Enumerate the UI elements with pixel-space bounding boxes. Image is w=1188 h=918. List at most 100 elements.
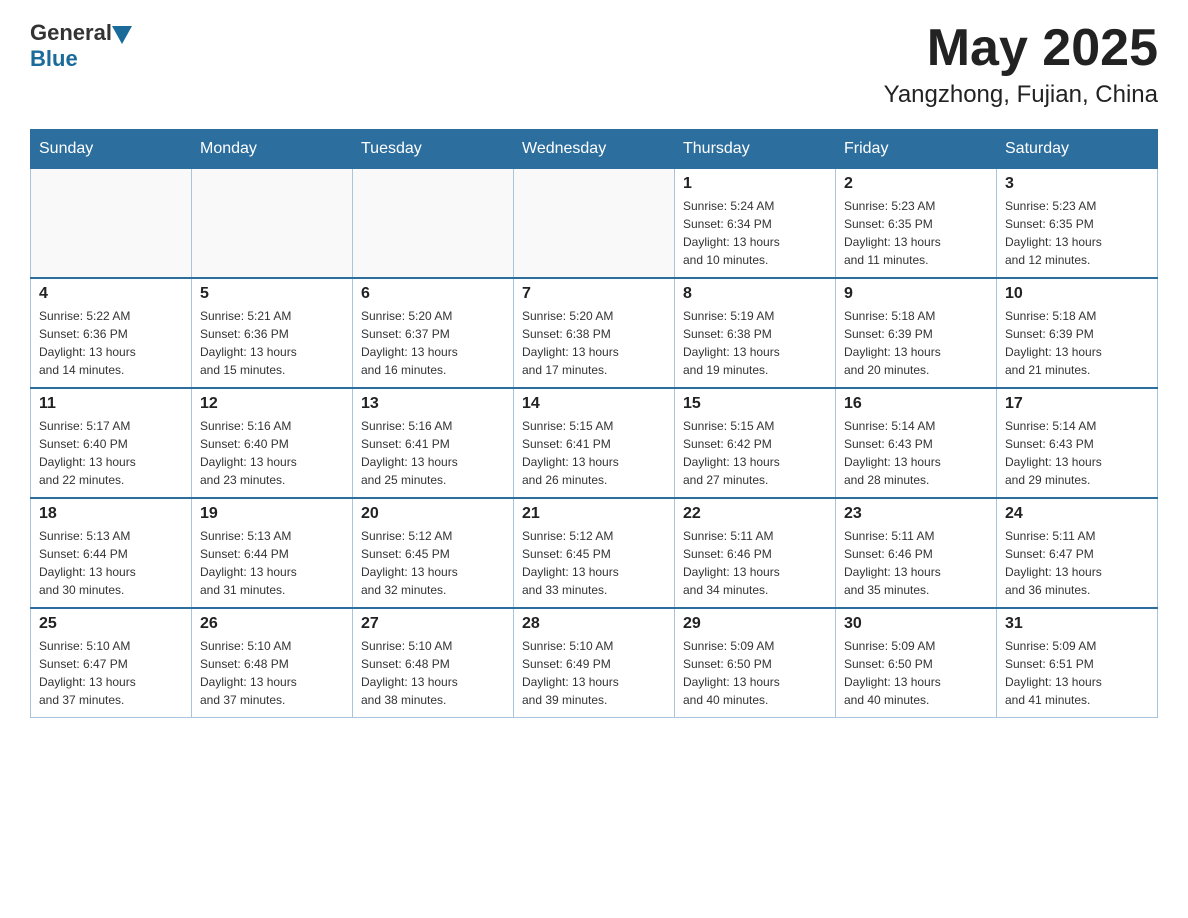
day-info: Sunrise: 5:22 AMSunset: 6:36 PMDaylight:… xyxy=(39,307,183,379)
calendar-week-5: 25 Sunrise: 5:10 AMSunset: 6:47 PMDayligh… xyxy=(31,608,1158,718)
calendar-cell: 27 Sunrise: 5:10 AMSunset: 6:48 PMDayligh… xyxy=(353,608,514,718)
calendar-cell: 14Sunrise: 5:15 AMSunset: 6:41 PMDayligh… xyxy=(514,388,675,498)
col-thursday: Thursday xyxy=(675,130,836,169)
day-info: Sunrise: 5:23 AMSunset: 6:35 PMDaylight:… xyxy=(844,197,988,269)
calendar-cell: 2 Sunrise: 5:23 AMSunset: 6:35 PMDaylight… xyxy=(836,169,997,279)
day-info: Sunrise: 5:10 AMSunset: 6:49 PMDaylight:… xyxy=(522,637,666,709)
calendar-cell: 31 Sunrise: 5:09 AMSunset: 6:51 PMDayligh… xyxy=(997,608,1158,718)
day-info: Sunrise: 5:11 AMSunset: 6:47 PMDaylight:… xyxy=(1005,527,1149,599)
day-number: 22 xyxy=(683,505,827,523)
day-info: Sunrise: 5:12 AMSunset: 6:45 PMDaylight:… xyxy=(361,527,505,599)
calendar-week-4: 18 Sunrise: 5:13 AMSunset: 6:44 PMDayligh… xyxy=(31,498,1158,608)
day-number: 28 xyxy=(522,615,666,633)
day-info: Sunrise: 5:10 AMSunset: 6:47 PMDaylight:… xyxy=(39,637,183,709)
day-info: Sunrise: 5:19 AMSunset: 6:38 PMDaylight:… xyxy=(683,307,827,379)
calendar-cell: 8Sunrise: 5:19 AMSunset: 6:38 PMDaylight… xyxy=(675,278,836,388)
day-number: 10 xyxy=(1005,285,1149,303)
day-number: 19 xyxy=(200,505,344,523)
calendar-cell: 21Sunrise: 5:12 AMSunset: 6:45 PMDayligh… xyxy=(514,498,675,608)
day-info: Sunrise: 5:12 AMSunset: 6:45 PMDaylight:… xyxy=(522,527,666,599)
calendar-cell: 19 Sunrise: 5:13 AMSunset: 6:44 PMDayligh… xyxy=(192,498,353,608)
day-number: 2 xyxy=(844,175,988,193)
day-info: Sunrise: 5:15 AMSunset: 6:41 PMDaylight:… xyxy=(522,417,666,489)
day-number: 25 xyxy=(39,615,183,633)
day-number: 11 xyxy=(39,395,183,413)
day-info: Sunrise: 5:14 AMSunset: 6:43 PMDaylight:… xyxy=(844,417,988,489)
calendar-cell: 4 Sunrise: 5:22 AMSunset: 6:36 PMDaylight… xyxy=(31,278,192,388)
calendar-cell: 20 Sunrise: 5:12 AMSunset: 6:45 PMDayligh… xyxy=(353,498,514,608)
calendar-cell xyxy=(514,169,675,279)
day-number: 17 xyxy=(1005,395,1149,413)
calendar-cell: 25 Sunrise: 5:10 AMSunset: 6:47 PMDayligh… xyxy=(31,608,192,718)
day-number: 30 xyxy=(844,615,988,633)
day-number: 23 xyxy=(844,505,988,523)
calendar-cell: 24 Sunrise: 5:11 AMSunset: 6:47 PMDayligh… xyxy=(997,498,1158,608)
day-number: 3 xyxy=(1005,175,1149,193)
calendar-header-row: Sunday Monday Tuesday Wednesday Thursday… xyxy=(31,130,1158,169)
calendar-week-1: 1Sunrise: 5:24 AMSunset: 6:34 PMDaylight… xyxy=(31,169,1158,279)
col-sunday: Sunday xyxy=(31,130,192,169)
calendar-cell xyxy=(31,169,192,279)
day-number: 18 xyxy=(39,505,183,523)
col-tuesday: Tuesday xyxy=(353,130,514,169)
calendar-cell: 18Sunrise: 5:13 AMSunset: 6:44 PMDayligh… xyxy=(31,498,192,608)
day-info: Sunrise: 5:11 AMSunset: 6:46 PMDaylight:… xyxy=(683,527,827,599)
day-info: Sunrise: 5:23 AMSunset: 6:35 PMDaylight:… xyxy=(1005,197,1149,269)
calendar-cell: 13 Sunrise: 5:16 AMSunset: 6:41 PMDayligh… xyxy=(353,388,514,498)
calendar-cell: 26 Sunrise: 5:10 AMSunset: 6:48 PMDayligh… xyxy=(192,608,353,718)
col-saturday: Saturday xyxy=(997,130,1158,169)
day-number: 7 xyxy=(522,285,666,303)
day-info: Sunrise: 5:21 AMSunset: 6:36 PMDaylight:… xyxy=(200,307,344,379)
day-number: 12 xyxy=(200,395,344,413)
calendar-cell: 1Sunrise: 5:24 AMSunset: 6:34 PMDaylight… xyxy=(675,169,836,279)
calendar-subtitle: Yangzhong, Fujian, China xyxy=(884,81,1158,109)
col-monday: Monday xyxy=(192,130,353,169)
day-info: Sunrise: 5:15 AMSunset: 6:42 PMDaylight:… xyxy=(683,417,827,489)
calendar-cell: 10 Sunrise: 5:18 AMSunset: 6:39 PMDayligh… xyxy=(997,278,1158,388)
calendar-cell: 15Sunrise: 5:15 AMSunset: 6:42 PMDayligh… xyxy=(675,388,836,498)
day-number: 24 xyxy=(1005,505,1149,523)
calendar-week-3: 11Sunrise: 5:17 AMSunset: 6:40 PMDayligh… xyxy=(31,388,1158,498)
calendar-cell: 11Sunrise: 5:17 AMSunset: 6:40 PMDayligh… xyxy=(31,388,192,498)
day-number: 6 xyxy=(361,285,505,303)
calendar-cell: 30Sunrise: 5:09 AMSunset: 6:50 PMDayligh… xyxy=(836,608,997,718)
day-info: Sunrise: 5:18 AMSunset: 6:39 PMDaylight:… xyxy=(844,307,988,379)
calendar-table: Sunday Monday Tuesday Wednesday Thursday… xyxy=(30,129,1158,718)
day-info: Sunrise: 5:24 AMSunset: 6:34 PMDaylight:… xyxy=(683,197,827,269)
day-info: Sunrise: 5:18 AMSunset: 6:39 PMDaylight:… xyxy=(1005,307,1149,379)
calendar-cell: 7 Sunrise: 5:20 AMSunset: 6:38 PMDaylight… xyxy=(514,278,675,388)
day-number: 13 xyxy=(361,395,505,413)
day-info: Sunrise: 5:13 AMSunset: 6:44 PMDaylight:… xyxy=(200,527,344,599)
calendar-title: May 2025 xyxy=(884,20,1158,77)
calendar-week-2: 4 Sunrise: 5:22 AMSunset: 6:36 PMDaylight… xyxy=(31,278,1158,388)
logo-blue-text: Blue xyxy=(30,46,132,72)
calendar-cell: 17 Sunrise: 5:14 AMSunset: 6:43 PMDayligh… xyxy=(997,388,1158,498)
day-number: 20 xyxy=(361,505,505,523)
calendar-cell: 3 Sunrise: 5:23 AMSunset: 6:35 PMDaylight… xyxy=(997,169,1158,279)
day-info: Sunrise: 5:09 AMSunset: 6:51 PMDaylight:… xyxy=(1005,637,1149,709)
col-wednesday: Wednesday xyxy=(514,130,675,169)
day-info: Sunrise: 5:20 AMSunset: 6:37 PMDaylight:… xyxy=(361,307,505,379)
day-number: 4 xyxy=(39,285,183,303)
calendar-cell: 28 Sunrise: 5:10 AMSunset: 6:49 PMDayligh… xyxy=(514,608,675,718)
day-number: 5 xyxy=(200,285,344,303)
day-info: Sunrise: 5:16 AMSunset: 6:41 PMDaylight:… xyxy=(361,417,505,489)
day-number: 26 xyxy=(200,615,344,633)
calendar-cell: 29Sunrise: 5:09 AMSunset: 6:50 PMDayligh… xyxy=(675,608,836,718)
day-info: Sunrise: 5:20 AMSunset: 6:38 PMDaylight:… xyxy=(522,307,666,379)
day-number: 31 xyxy=(1005,615,1149,633)
day-info: Sunrise: 5:14 AMSunset: 6:43 PMDaylight:… xyxy=(1005,417,1149,489)
day-info: Sunrise: 5:10 AMSunset: 6:48 PMDaylight:… xyxy=(200,637,344,709)
calendar-cell: 22 Sunrise: 5:11 AMSunset: 6:46 PMDayligh… xyxy=(675,498,836,608)
day-number: 16 xyxy=(844,395,988,413)
day-info: Sunrise: 5:11 AMSunset: 6:46 PMDaylight:… xyxy=(844,527,988,599)
calendar-cell: 6 Sunrise: 5:20 AMSunset: 6:37 PMDaylight… xyxy=(353,278,514,388)
day-info: Sunrise: 5:10 AMSunset: 6:48 PMDaylight:… xyxy=(361,637,505,709)
page-header: General Blue May 2025 Yangzhong, Fujian,… xyxy=(30,20,1158,109)
day-number: 27 xyxy=(361,615,505,633)
calendar-cell: 5 Sunrise: 5:21 AMSunset: 6:36 PMDaylight… xyxy=(192,278,353,388)
calendar-cell xyxy=(192,169,353,279)
logo-general-text: General xyxy=(30,20,112,46)
calendar-cell: 9Sunrise: 5:18 AMSunset: 6:39 PMDaylight… xyxy=(836,278,997,388)
logo: General Blue xyxy=(30,20,132,72)
